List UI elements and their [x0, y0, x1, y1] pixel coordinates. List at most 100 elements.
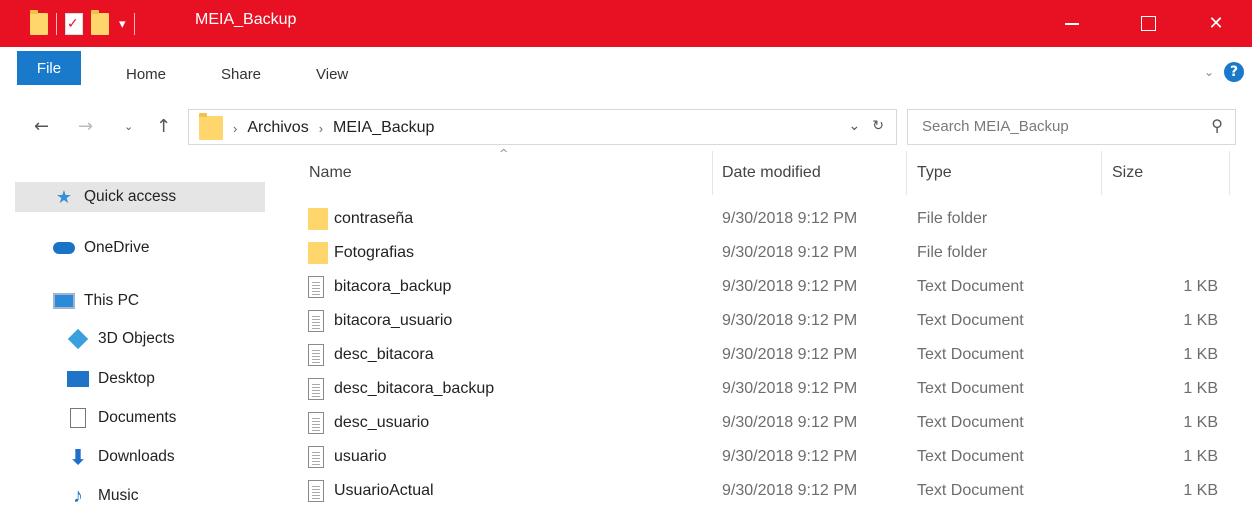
file-date: 9/30/2018 9:12 PM — [722, 278, 858, 295]
file-size: 1 KB — [1183, 380, 1218, 397]
file-date: 9/30/2018 9:12 PM — [722, 244, 858, 261]
address-actions: ⌄ ↻ — [849, 118, 884, 134]
table-row[interactable]: UsuarioActual 9/30/2018 9:12 PM Text Docum… — [300, 475, 1230, 508]
refresh-icon[interactable]: ↻ — [872, 118, 884, 134]
nav-documents[interactable]: Documents — [67, 403, 176, 433]
file-size: 1 KB — [1183, 312, 1218, 329]
quick-access-toolbar: ✓ ▾ — [30, 10, 135, 37]
file-name: desc_usuario — [334, 414, 430, 431]
column-header-size[interactable]: Size — [1112, 164, 1143, 182]
nav-this-pc[interactable]: This PC — [53, 286, 139, 316]
table-row[interactable]: usuario 9/30/2018 9:12 PM Text Document 1 K… — [300, 441, 1230, 474]
navigation-bar: ← → ⌄ ↑ › Archivos › MEIA_Backup ⌄ ↻ Sea… — [0, 104, 1252, 146]
text-file-icon — [308, 276, 324, 298]
search-input[interactable]: Search MEIA_Backup — [922, 118, 1069, 135]
column-header-type[interactable]: Type — [917, 164, 952, 182]
tab-home[interactable]: Home — [126, 66, 166, 83]
expand-ribbon-icon[interactable]: ⌄ — [1204, 65, 1214, 79]
maximize-button[interactable] — [1118, 0, 1178, 47]
file-type: Text Document — [917, 312, 1024, 329]
tab-view[interactable]: View — [316, 66, 348, 83]
help-icon[interactable]: ? — [1224, 62, 1244, 82]
breadcrumb-meia-backup[interactable]: MEIA_Backup — [333, 119, 434, 137]
column-divider[interactable] — [906, 151, 907, 195]
table-row[interactable]: desc_usuario 9/30/2018 9:12 PM Text Docume… — [300, 407, 1230, 440]
customize-toolbar-icon[interactable]: ▾ — [119, 17, 126, 32]
file-type: Text Document — [917, 482, 1024, 499]
minimize-button[interactable] — [1042, 0, 1102, 47]
chevron-down-icon[interactable]: ⌄ — [849, 118, 861, 134]
file-date: 9/30/2018 9:12 PM — [722, 346, 858, 363]
breadcrumb: › Archivos › MEIA_Backup — [199, 113, 434, 140]
download-icon: ⬇ — [69, 446, 87, 469]
maximize-icon — [1140, 16, 1156, 31]
text-file-icon — [308, 480, 324, 502]
file-name: desc_bitacora_backup — [334, 380, 495, 397]
folder-icon — [308, 242, 328, 264]
text-file-icon — [308, 378, 324, 400]
address-bar[interactable]: › Archivos › MEIA_Backup ⌄ ↻ — [188, 109, 897, 145]
table-row[interactable]: bitacora_backup 9/30/2018 9:12 PM Text Doc… — [300, 271, 1230, 304]
tab-share[interactable]: Share — [221, 66, 261, 83]
breadcrumb-archivos[interactable]: Archivos — [247, 119, 308, 137]
nav-quick-access[interactable]: ★ Quick access — [15, 182, 265, 212]
file-date: 9/30/2018 9:12 PM — [722, 210, 858, 227]
back-arrow-icon[interactable]: ← — [34, 116, 49, 137]
file-name: bitacora_usuario — [334, 312, 453, 329]
chevron-right-icon[interactable]: › — [319, 121, 323, 136]
nav-label: Downloads — [98, 448, 175, 465]
column-divider[interactable] — [712, 151, 713, 195]
cloud-icon — [53, 238, 75, 258]
table-row[interactable]: desc_bitacora 9/30/2018 9:12 PM Text Docum… — [300, 339, 1230, 372]
window-title: MEIA_Backup — [195, 11, 297, 28]
nav-label: This PC — [84, 292, 140, 309]
text-file-icon — [308, 310, 324, 332]
star-icon: ★ — [55, 186, 73, 207]
forward-arrow-icon[interactable]: → — [78, 116, 93, 137]
table-row[interactable]: bitacora_usuario 9/30/2018 9:12 PM Text Do… — [300, 305, 1230, 338]
cube-icon — [67, 328, 89, 350]
table-row[interactable]: contraseña 9/30/2018 9:12 PM File folder — [300, 203, 1230, 236]
nav-label: OneDrive — [84, 239, 150, 256]
nav-desktop[interactable]: Desktop — [67, 364, 155, 394]
file-size: 1 KB — [1183, 346, 1218, 363]
column-header-date[interactable]: Date modified — [722, 164, 821, 182]
text-file-icon — [308, 412, 324, 434]
up-arrow-icon[interactable]: ↑ — [156, 116, 171, 137]
file-type: Text Document — [917, 414, 1024, 431]
close-button[interactable]: ✕ — [1186, 0, 1246, 47]
document-icon — [67, 408, 89, 428]
column-divider[interactable] — [1101, 151, 1102, 195]
properties-icon[interactable]: ✓ — [65, 13, 83, 35]
file-type: Text Document — [917, 380, 1024, 397]
file-name: usuario — [334, 448, 387, 465]
nav-label: Documents — [98, 409, 177, 426]
computer-icon — [53, 291, 75, 311]
column-divider[interactable] — [1229, 151, 1230, 195]
nav-downloads[interactable]: ⬇ Downloads — [67, 442, 175, 472]
nav-label: 3D Objects — [98, 330, 175, 347]
file-date: 9/30/2018 9:12 PM — [722, 380, 858, 397]
chevron-right-icon[interactable]: › — [233, 121, 237, 136]
nav-label: Desktop — [98, 370, 155, 387]
nav-onedrive[interactable]: OneDrive — [53, 233, 149, 263]
search-icon[interactable]: ⚲ — [1211, 116, 1223, 135]
nav-music[interactable]: ♪ Music — [67, 481, 138, 511]
file-size: 1 KB — [1183, 448, 1218, 465]
music-icon: ♪ — [73, 484, 83, 507]
text-file-icon — [308, 344, 324, 366]
file-name: Fotografias — [334, 244, 415, 261]
nav-3d-objects[interactable]: 3D Objects — [67, 324, 175, 354]
column-header-name[interactable]: Name — [309, 164, 352, 182]
title-bar[interactable]: ✓ ▾ MEIA_Backup ✕ — [0, 0, 1252, 47]
new-folder-icon[interactable] — [91, 10, 109, 35]
recent-locations-icon[interactable]: ⌄ — [124, 120, 133, 133]
file-type: File folder — [917, 210, 988, 227]
tab-file[interactable]: File — [17, 51, 81, 85]
file-size: 1 KB — [1183, 278, 1218, 295]
table-row[interactable]: desc_bitacora_backup 9/30/2018 9:12 PM Tex… — [300, 373, 1230, 406]
file-type: File folder — [917, 244, 988, 261]
table-row[interactable]: Fotografias 9/30/2018 9:12 PM File folder — [300, 237, 1230, 270]
separator — [56, 13, 57, 35]
search-box[interactable]: Search MEIA_Backup ⚲ — [907, 109, 1236, 145]
